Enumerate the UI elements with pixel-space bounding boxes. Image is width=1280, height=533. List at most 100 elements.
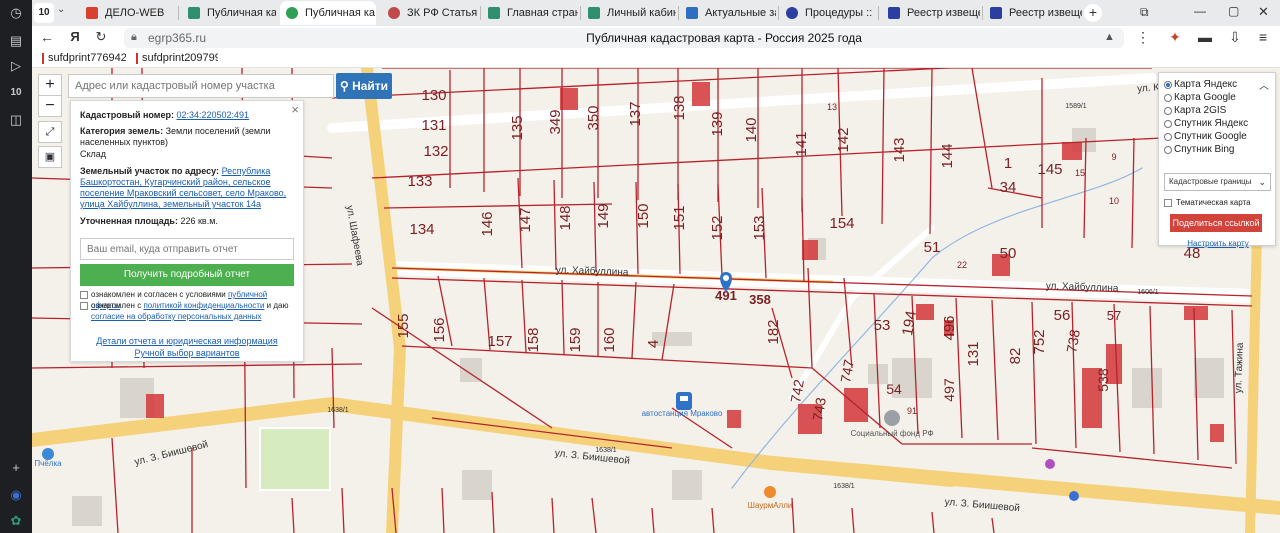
- tab-label: Главная страниц: [507, 7, 578, 19]
- address-bar-row: ← Я ↻ 🔒︎ egrp365.ru Публичная кадастрова…: [32, 26, 1280, 50]
- parcel-number-label: 137: [627, 101, 644, 126]
- address-bar[interactable]: 🔒︎ egrp365.ru Публичная кадастровая карт…: [124, 28, 1124, 48]
- tab-main-page[interactable]: Главная страниц: [482, 1, 578, 25]
- thematic-toggle[interactable]: Тематическая карта: [1164, 198, 1251, 207]
- manual-choice-link[interactable]: Ручной выбор вариантов: [80, 348, 294, 359]
- parcel-number-label: 159: [567, 327, 584, 352]
- parcel-number-label: 1: [1004, 155, 1012, 172]
- bookmarks-icon[interactable]: ⧉: [1140, 5, 1149, 20]
- overlay-select[interactable]: Кадастровые границы ⌄: [1164, 173, 1271, 191]
- parcel-number-label: 134: [409, 221, 434, 238]
- bookmark-icon[interactable]: ▲: [1104, 31, 1115, 43]
- history-icon[interactable]: ◷: [6, 3, 26, 23]
- close-window-icon[interactable]: ✕: [1258, 4, 1269, 20]
- layer-option-google-map[interactable]: Карта Google: [1164, 92, 1236, 103]
- get-report-button[interactable]: Получить подробный отчет: [80, 264, 294, 286]
- zoom-in-button[interactable]: +: [38, 74, 62, 96]
- extension-icon[interactable]: ✦: [1166, 29, 1184, 46]
- privacy-link[interactable]: политикой конфиденциальности: [143, 301, 264, 310]
- parcel-number-label: 133: [407, 173, 432, 190]
- parcel-number-label: 22: [957, 260, 967, 270]
- search-input[interactable]: [68, 74, 334, 98]
- parcel-number-label: 34: [1000, 179, 1017, 196]
- minimize-icon[interactable]: —: [1194, 4, 1206, 18]
- play-icon[interactable]: ▷: [6, 56, 26, 76]
- reload-icon[interactable]: ↻: [92, 29, 110, 45]
- tab-registry-1[interactable]: Реестр извещени: [882, 1, 980, 25]
- url-text[interactable]: egrp365.ru: [148, 31, 206, 45]
- bookmark-item[interactable]: sufdprint2097998: [136, 52, 218, 64]
- cadastral-map[interactable]: 130 131 132 133 134 135 349 350 137 138 139 140 141 1…: [32, 68, 1280, 533]
- layer-option-yandex-map[interactable]: Карта Яндекс: [1164, 79, 1237, 90]
- parcel-number-label: 57: [1107, 308, 1121, 323]
- parcel-number-label: 496: [941, 315, 958, 340]
- offer-checkbox[interactable]: [80, 291, 88, 299]
- share-link-button[interactable]: Поделиться ссылкой: [1170, 214, 1262, 232]
- print-icon[interactable]: ▣: [38, 146, 62, 168]
- bookmark-item[interactable]: sufdprint7769429: [42, 52, 126, 64]
- shield-icon[interactable]: ◉: [6, 485, 26, 505]
- poi-label[interactable]: автостанция Мраково: [642, 409, 723, 418]
- parcel-number-label: 140: [743, 117, 760, 142]
- poi-label[interactable]: ШаурмАлли: [748, 501, 793, 510]
- tab-label: ЗК РФ Статья 39: [407, 7, 478, 19]
- neighbor-parcel-label[interactable]: 358: [749, 292, 771, 307]
- parcel-number-label: 497: [941, 378, 957, 402]
- tab-favicon-icon: [588, 7, 600, 19]
- new-tab-button[interactable]: +: [1084, 4, 1102, 22]
- tab-zk-rf[interactable]: ЗК РФ Статья 39: [382, 1, 478, 25]
- fullscreen-icon[interactable]: ⤢: [38, 121, 62, 143]
- email-field[interactable]: [80, 238, 294, 260]
- browser-sidebar: ◷ ▤ ▷ 10 ◫ + ◉ ✿: [0, 0, 32, 533]
- details-link[interactable]: Детали отчета и юридическая информация: [80, 336, 294, 347]
- personal-data-link[interactable]: согласие на обработку персональных данны…: [91, 312, 261, 321]
- parcel-number-label: 51: [924, 239, 941, 256]
- maximize-icon[interactable]: ▢: [1228, 4, 1239, 18]
- collapse-chevron-icon[interactable]: ︿: [1259, 77, 1269, 92]
- browser-menu-icon[interactable]: ≡: [1254, 29, 1272, 45]
- layer-option-google-sat[interactable]: Спутник Google: [1164, 131, 1247, 142]
- parcel-number-label: 53: [874, 317, 891, 334]
- privacy-consent: ознакомлен с политикой конфиденциальност…: [91, 300, 291, 322]
- downloads-icon[interactable]: ⇩: [1226, 29, 1244, 46]
- screenshot-icon[interactable]: ◫: [6, 110, 26, 130]
- cadastral-number-link[interactable]: 02:34:220502:491: [176, 110, 249, 120]
- parcel-number-label: 9: [1111, 152, 1116, 162]
- tab-counter[interactable]: 10: [34, 3, 54, 23]
- menu-dots-icon[interactable]: ⋮: [1134, 29, 1152, 46]
- app-icon[interactable]: ✿: [6, 511, 26, 531]
- tab-kadastr-active[interactable]: Публичная ка✕: [280, 1, 376, 25]
- find-button[interactable]: ⚲ Найти: [336, 73, 392, 99]
- tab-favicon-icon: [786, 7, 798, 19]
- tab-delo[interactable]: ДЕЛО-WEB: [80, 1, 174, 25]
- zoom-out-button[interactable]: −: [38, 95, 62, 117]
- counter-icon[interactable]: 10: [6, 83, 26, 103]
- street-label: ул. Хайбуллина: [556, 264, 629, 279]
- notes-icon[interactable]: ▤: [6, 31, 26, 51]
- setup-map-link[interactable]: Настроить карту: [1159, 239, 1277, 248]
- tab-label: Личный кабинет: [607, 7, 676, 19]
- poi-label[interactable]: Пчёлка: [34, 459, 62, 468]
- profile-icon[interactable]: ▬: [1196, 29, 1214, 45]
- parcel-info-panel: × Кадастровый номер: 02:34:220502:491 Ка…: [70, 100, 304, 362]
- layer-option-2gis[interactable]: Карта 2GIS: [1164, 105, 1226, 116]
- parcel-number-label: 91: [907, 406, 917, 416]
- parcel-number-label: 13: [827, 102, 837, 112]
- add-panel-icon[interactable]: +: [6, 458, 26, 478]
- privacy-checkbox[interactable]: [80, 302, 88, 310]
- tab-registry-2[interactable]: Реестр извещени: [984, 1, 1082, 25]
- tab-actual[interactable]: Актуальные заяв: [680, 1, 776, 25]
- page-title: Публичная кадастровая карта - Россия 202…: [586, 31, 862, 45]
- radio-icon: [1164, 145, 1172, 154]
- layer-option-yandex-sat[interactable]: Спутник Яндекс: [1164, 118, 1248, 129]
- back-icon[interactable]: ←: [38, 29, 56, 45]
- parcel-number-label: 141: [793, 131, 810, 156]
- tab-procedures[interactable]: Процедуры :: Им: [780, 1, 876, 25]
- tab-kadastr-1[interactable]: Публичная када: [182, 1, 276, 25]
- tab-list-chevron-icon[interactable]: ⌄: [57, 4, 71, 15]
- layer-option-bing-sat[interactable]: Спутник Bing: [1164, 144, 1235, 155]
- tab-cabinet[interactable]: Личный кабинет: [582, 1, 676, 25]
- yandex-icon[interactable]: Я: [66, 29, 84, 44]
- poi-label[interactable]: Социальный фонд РФ: [850, 429, 933, 438]
- street-number-label: 1638/1: [595, 447, 617, 454]
